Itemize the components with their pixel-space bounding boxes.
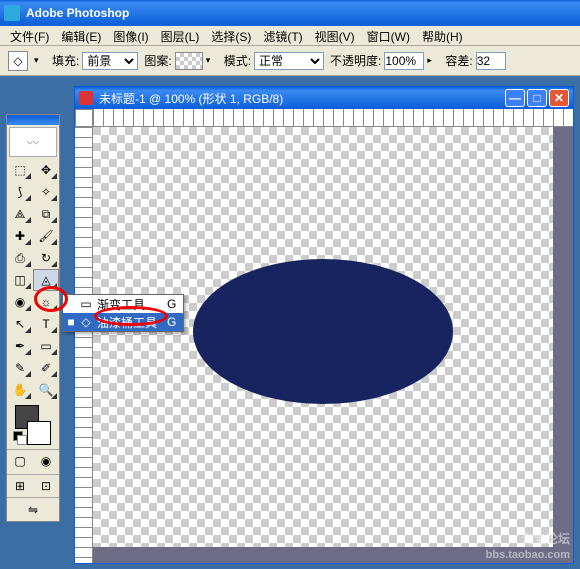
- fill-label: 填充:: [52, 52, 79, 69]
- close-button[interactable]: ✕: [549, 89, 569, 107]
- wand-tool[interactable]: ✧: [33, 181, 59, 203]
- menu-help[interactable]: 帮助(H): [416, 26, 469, 45]
- screen-mode-full-icon[interactable]: ⊡: [33, 475, 59, 497]
- flyout-item-paintbucket[interactable]: ■ ◇ 油漆桶工具 G: [63, 313, 183, 331]
- background-color[interactable]: [27, 421, 51, 445]
- slice-tool[interactable]: ⧉: [33, 203, 59, 225]
- menu-view[interactable]: 视图(V): [309, 26, 361, 45]
- healing-tool[interactable]: ✚: [7, 225, 33, 247]
- menu-window[interactable]: 窗口(W): [361, 26, 416, 45]
- shape-ellipse[interactable]: [193, 259, 453, 404]
- horizontal-ruler[interactable]: [93, 109, 573, 127]
- pattern-dropdown-icon[interactable]: ▾: [206, 55, 218, 66]
- move-tool[interactable]: ✥: [33, 159, 59, 181]
- opacity-input[interactable]: [384, 52, 424, 70]
- menu-filter[interactable]: 滤镜(T): [257, 26, 308, 45]
- crop-tool[interactable]: ⟁: [7, 203, 33, 225]
- tool-preset-picker[interactable]: ◇: [8, 51, 28, 71]
- flyout-check-icon: ■: [67, 315, 75, 329]
- paint-bucket-tool-icon: ◇: [79, 315, 93, 329]
- lasso-tool[interactable]: ⟆: [7, 181, 33, 203]
- ruler-origin[interactable]: [75, 109, 93, 127]
- default-colors-icon[interactable]: [13, 431, 27, 445]
- tolerance-input[interactable]: [476, 52, 506, 70]
- color-swatches: [11, 405, 55, 445]
- dodge-tool[interactable]: ☼: [33, 291, 59, 313]
- pattern-swatch[interactable]: [175, 52, 203, 70]
- flyout-item-gradient[interactable]: ▭ 渐变工具 G: [63, 295, 183, 313]
- gradient-tool-icon: ▭: [79, 297, 93, 311]
- app-icon: [4, 5, 20, 21]
- watermark-subtext: bbs.taobao.com: [486, 549, 570, 561]
- standard-mode-icon[interactable]: ▢: [7, 450, 33, 472]
- fill-select[interactable]: 前景: [82, 52, 138, 70]
- pen-tool[interactable]: ✒: [7, 335, 33, 357]
- opacity-label: 不透明度:: [330, 52, 381, 69]
- tool-preset-dropdown-icon[interactable]: ▾: [34, 55, 46, 66]
- eraser-tool[interactable]: ◫: [7, 269, 33, 291]
- watermark: 淘宝论坛 bbs.taobao.com: [486, 526, 570, 561]
- paint-bucket-tool[interactable]: ◬: [33, 269, 59, 291]
- opacity-dropdown-icon[interactable]: ▸: [427, 55, 439, 66]
- blur-tool[interactable]: ◉: [7, 291, 33, 313]
- menu-layer[interactable]: 图层(L): [155, 26, 206, 45]
- canvas[interactable]: [93, 127, 553, 547]
- maximize-button[interactable]: □: [527, 89, 547, 107]
- brush-tool[interactable]: 🖌: [33, 225, 59, 247]
- toolbox-handle[interactable]: [7, 115, 59, 125]
- menu-file[interactable]: 文件(F): [4, 26, 55, 45]
- quickmask-mode-icon[interactable]: ◉: [33, 450, 59, 472]
- document-icon: [79, 91, 93, 105]
- eyedropper-tool[interactable]: ✐: [33, 357, 59, 379]
- zoom-tool[interactable]: 🔍: [33, 379, 59, 401]
- jump-to-imageready-icon[interactable]: ⇋: [7, 497, 59, 521]
- tool-flyout-menu: ▭ 渐变工具 G ■ ◇ 油漆桶工具 G: [62, 294, 184, 332]
- menubar: 文件(F) 编辑(E) 图像(I) 图层(L) 选择(S) 滤镜(T) 视图(V…: [0, 26, 580, 46]
- mode-label: 模式:: [224, 52, 251, 69]
- tolerance-label: 容差:: [445, 52, 472, 69]
- app-titlebar: Adobe Photoshop: [0, 0, 580, 26]
- flyout-item-shortcut: G: [167, 315, 179, 329]
- history-brush-tool[interactable]: ↻: [33, 247, 59, 269]
- canvas-area: [93, 127, 573, 563]
- menu-edit[interactable]: 编辑(E): [55, 26, 107, 45]
- stamp-tool[interactable]: ⎙: [7, 247, 33, 269]
- app-title: Adobe Photoshop: [26, 6, 576, 20]
- flyout-item-label: 渐变工具: [97, 296, 163, 313]
- minimize-button[interactable]: —: [505, 89, 525, 107]
- brush-preview: 〰: [9, 127, 57, 157]
- mode-select[interactable]: 正常: [254, 52, 324, 70]
- vertical-ruler[interactable]: [75, 127, 93, 563]
- pattern-label: 图案:: [144, 52, 171, 69]
- flyout-item-label: 油漆桶工具: [97, 314, 163, 331]
- document-titlebar[interactable]: 未标题-1 @ 100% (形状 1, RGB/8) — □ ✕: [75, 87, 573, 109]
- options-bar: ◇ ▾ 填充: 前景 图案: ▾ 模式: 正常 不透明度: ▸ 容差:: [0, 46, 580, 76]
- menu-select[interactable]: 选择(S): [205, 26, 257, 45]
- toolbox: 〰 ⬚✥⟆✧⟁⧉✚🖌⎙↻◫◬◉☼↖T✒▭✎✐✋🔍 ▢ ◉ ⊞ ⊡ ⇋: [6, 114, 60, 522]
- marquee-tool[interactable]: ⬚: [7, 159, 33, 181]
- document-title: 未标题-1 @ 100% (形状 1, RGB/8): [99, 90, 505, 107]
- watermark-text: 淘宝论坛: [522, 532, 570, 546]
- menu-image[interactable]: 图像(I): [107, 26, 154, 45]
- flyout-item-shortcut: G: [167, 297, 179, 311]
- type-tool[interactable]: T: [33, 313, 59, 335]
- notes-tool[interactable]: ✎: [7, 357, 33, 379]
- hand-tool[interactable]: ✋: [7, 379, 33, 401]
- shape-tool[interactable]: ▭: [33, 335, 59, 357]
- screen-mode-standard-icon[interactable]: ⊞: [7, 475, 33, 497]
- path-select-tool[interactable]: ↖: [7, 313, 33, 335]
